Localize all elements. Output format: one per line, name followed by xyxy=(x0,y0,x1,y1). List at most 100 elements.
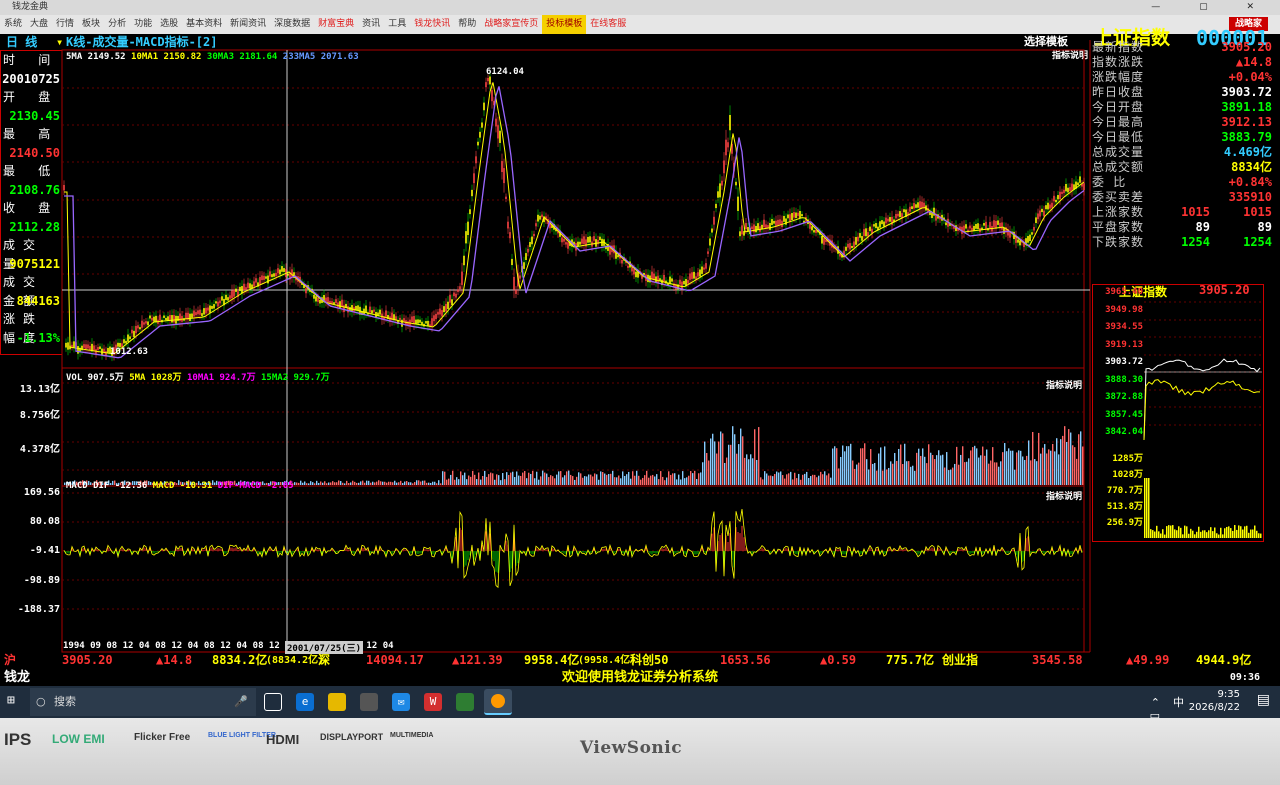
volume-bar xyxy=(978,457,980,485)
volume-bar xyxy=(388,481,390,485)
volume-bar xyxy=(990,460,992,485)
volume-bar xyxy=(846,446,848,485)
volume-bar xyxy=(984,455,986,485)
volume-bar xyxy=(876,470,878,485)
volume-bar xyxy=(514,477,516,485)
ime-indicator[interactable]: 中 xyxy=(1173,696,1184,709)
task-view-icon[interactable] xyxy=(264,693,282,711)
volume-bar xyxy=(542,470,544,485)
volume-bar xyxy=(744,457,746,485)
volume-bar xyxy=(664,480,666,485)
kline-frame xyxy=(61,49,1085,369)
volume-bar xyxy=(964,462,966,485)
volume-bar xyxy=(816,477,818,485)
volume-bar xyxy=(790,471,792,485)
volume-bar xyxy=(1008,448,1010,485)
volume-bar xyxy=(968,458,970,485)
candle-body xyxy=(475,156,477,164)
volume-bar xyxy=(560,471,562,485)
candle-body xyxy=(1079,176,1081,183)
candle-body xyxy=(501,161,503,173)
volume-bar xyxy=(562,477,564,485)
candle-body xyxy=(283,268,285,272)
candle-body xyxy=(479,131,481,138)
macd-indicator-help[interactable]: 指标说明 xyxy=(1046,489,1082,502)
candle-body xyxy=(89,345,91,351)
candle-body xyxy=(249,283,251,289)
volume-bar xyxy=(536,471,538,485)
ma10-line xyxy=(64,82,1085,355)
candle-body xyxy=(563,238,565,242)
sz-value: 14094.17 xyxy=(366,653,424,667)
qianlong-app-icon[interactable] xyxy=(484,689,512,715)
volume-bar xyxy=(496,474,498,485)
candle-body xyxy=(997,220,999,225)
candle-body xyxy=(711,228,713,233)
taskbar-search[interactable]: ○ 搜索 🎤 xyxy=(30,688,256,716)
volume-bar xyxy=(432,481,434,485)
volume-bar xyxy=(564,475,566,485)
quote-row: 总成交量 4.469亿 xyxy=(1092,145,1280,160)
chart-area[interactable] xyxy=(0,0,1280,718)
system-tray[interactable]: ⌃ ▭ ◁) 中 9:35 2026/8/22 ▤ xyxy=(1150,688,1270,718)
candle-body xyxy=(269,271,271,277)
intraday-mini-chart[interactable]: 上证指数 3905.20 3965.40 3949.98 3934.55 3919.1… xyxy=(1092,283,1264,542)
vol-indicator-help[interactable]: 指标说明 xyxy=(1046,378,1082,391)
volume-bar xyxy=(748,459,750,485)
candle-body xyxy=(945,222,947,226)
volume-bar xyxy=(824,471,826,485)
volume-bar xyxy=(578,472,580,485)
candle-body xyxy=(883,221,885,227)
mini-price-tick: 3842.04 xyxy=(1105,427,1143,437)
volume-bar xyxy=(1024,459,1026,485)
quote-label: 今日最高 xyxy=(1092,115,1145,129)
candle-body xyxy=(523,262,525,269)
quote-row: 最新指数 3905.20 xyxy=(1092,40,1280,55)
candle-body xyxy=(385,310,387,317)
volume-bar xyxy=(506,472,508,485)
candle-body xyxy=(869,226,871,232)
tray-icons[interactable]: ⌃ ▭ ◁) xyxy=(1147,696,1160,718)
volume-bar xyxy=(1006,451,1008,485)
game-app-icon[interactable] xyxy=(456,693,474,711)
store-icon[interactable] xyxy=(360,693,378,711)
candle-body xyxy=(209,305,211,313)
volume-bar xyxy=(420,481,422,485)
candle-body xyxy=(471,189,473,197)
volume-bar xyxy=(632,471,634,485)
candle-body xyxy=(747,227,749,232)
mail-icon[interactable]: ✉ xyxy=(392,693,410,711)
volume-bar xyxy=(904,443,906,485)
edge-browser-icon[interactable]: e xyxy=(296,693,314,711)
volume-bar xyxy=(678,474,680,485)
candle-body xyxy=(657,275,659,283)
wps-icon[interactable]: W xyxy=(424,693,442,711)
file-explorer-icon[interactable] xyxy=(328,693,346,711)
windows-start-icon[interactable]: ⊞ xyxy=(7,694,21,708)
candle-body xyxy=(135,325,137,334)
volume-bar xyxy=(586,476,588,485)
candle-body xyxy=(985,221,987,230)
candle-body xyxy=(973,225,975,231)
volume-bar xyxy=(698,473,700,485)
vol-legend: VOL 907.5万 xyxy=(66,373,124,383)
vol-ma5-legend: 5MA 1028万 xyxy=(129,373,182,383)
candle-body xyxy=(93,345,95,351)
breadth-value-alt: 1254 xyxy=(1243,235,1272,249)
volume-bar xyxy=(1038,432,1040,485)
candle-body xyxy=(87,344,89,349)
volume-bar xyxy=(980,455,982,485)
candle-body xyxy=(881,220,883,225)
candle-body xyxy=(633,269,635,275)
ma10-legend: 10MA1 2150.82 xyxy=(131,52,202,62)
vol-ma15-legend: 15MA2 929.7万 xyxy=(261,373,330,383)
clock[interactable]: 9:35 2026/8/22 xyxy=(1189,688,1240,714)
microphone-icon[interactable]: 🎤 xyxy=(234,688,248,716)
volume-bar xyxy=(994,462,996,485)
dif-macd-legend: DIF-MACD -2.05 xyxy=(217,481,294,491)
volume-bar xyxy=(590,474,592,485)
candle-body xyxy=(139,327,141,330)
notification-icon[interactable]: ▤ xyxy=(1257,693,1270,707)
candle-body xyxy=(895,214,897,219)
candle-body xyxy=(403,318,405,322)
